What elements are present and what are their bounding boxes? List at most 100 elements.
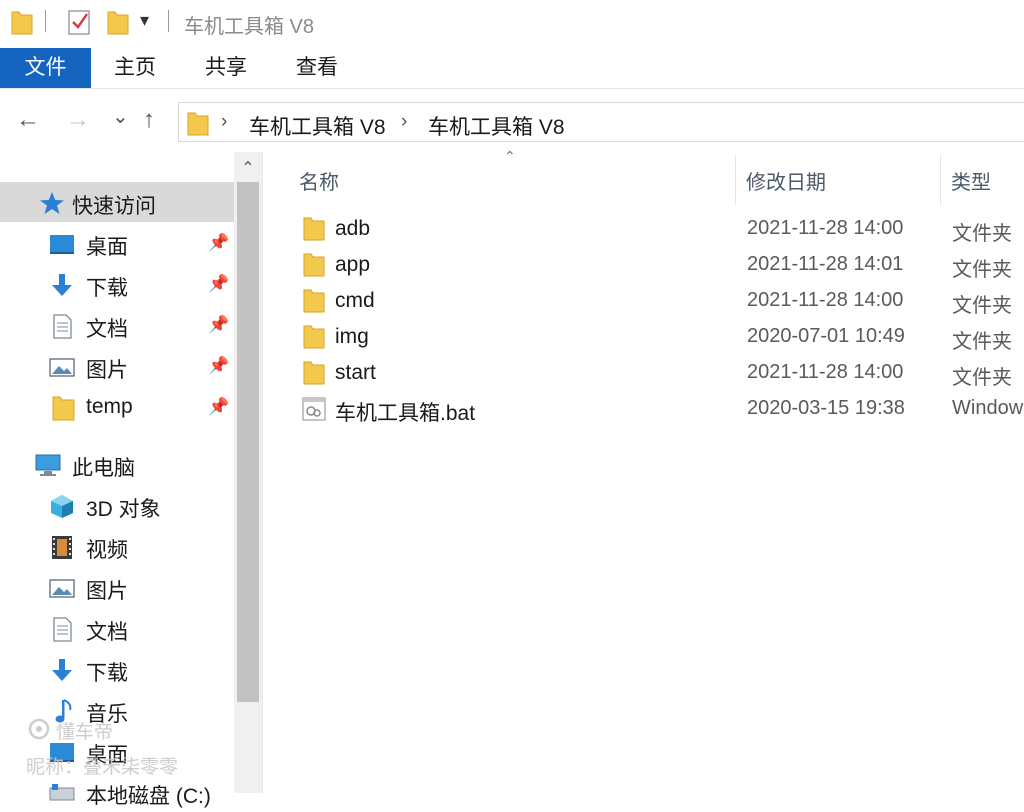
star-icon: [40, 192, 64, 214]
folder-icon: [52, 396, 75, 421]
breadcrumb-separator[interactable]: ›: [401, 111, 407, 133]
computer-icon: [35, 454, 61, 476]
nav-label: 视频: [86, 539, 128, 562]
scrollbar-thumb[interactable]: [237, 182, 259, 702]
nav-scrollbar[interactable]: ⌃: [234, 152, 262, 793]
nav-label: 图片: [86, 359, 128, 382]
tab-home[interactable]: 主页: [99, 48, 171, 88]
folder-icon[interactable]: [10, 8, 34, 36]
back-button[interactable]: ←: [16, 106, 40, 134]
title-bar: ▾ 车机工具箱 V8: [0, 0, 1024, 46]
customize-toolbar-dropdown[interactable]: ▾: [140, 10, 149, 31]
breadcrumb-separator[interactable]: ›: [221, 111, 227, 133]
watermark-brand: 懂车帝: [56, 722, 114, 743]
file-name: 车机工具箱.bat: [335, 402, 476, 425]
nav-label: 本地磁盘 (C:): [86, 785, 211, 808]
recent-locations-button[interactable]: ⌄: [112, 104, 129, 129]
file-type: 文件夹: [952, 295, 1012, 317]
nav-label: 快速访问: [72, 195, 156, 218]
nav-item-downloads[interactable]: 下载: [0, 649, 234, 689]
column-separator[interactable]: [940, 155, 941, 205]
nav-label: 桌面: [86, 236, 128, 259]
nav-item-this-pc[interactable]: 此电脑: [0, 444, 234, 484]
picture-icon: [49, 358, 75, 377]
nav-item-pictures[interactable]: 图片: [0, 567, 234, 607]
file-type: Window: [952, 397, 1024, 419]
picture-icon: [49, 579, 75, 598]
folder-icon: [303, 289, 325, 313]
file-type: 文件夹: [952, 331, 1012, 353]
properties-checkmark-icon[interactable]: [67, 8, 93, 36]
scroll-up-button[interactable]: ⌃: [234, 154, 262, 184]
nav-item-quick-access[interactable]: 快速访问: [0, 182, 234, 222]
file-type: 文件夹: [952, 367, 1012, 389]
breadcrumb-item[interactable]: 车机工具箱 V8: [428, 111, 565, 141]
document-icon: [53, 314, 72, 339]
folder-icon: [187, 112, 209, 136]
column-separator[interactable]: [735, 155, 736, 205]
folder-icon: [303, 217, 325, 241]
file-type: 文件夹: [952, 223, 1012, 245]
file-type: 文件夹: [952, 259, 1012, 281]
tab-share[interactable]: 共享: [190, 48, 262, 88]
address-bar[interactable]: › 车机工具箱 V8 › 车机工具箱 V8: [178, 102, 1024, 142]
column-header-name[interactable]: 名称: [299, 166, 339, 195]
file-date: 2021-11-28 14:00: [747, 361, 904, 383]
document-icon: [53, 617, 72, 642]
download-icon: [52, 274, 72, 296]
nav-item-temp[interactable]: temp 📌: [0, 387, 234, 427]
file-row[interactable]: img 2020-07-01 10:49 文件夹: [290, 319, 1024, 355]
pin-icon[interactable]: 📌: [208, 397, 229, 417]
new-folder-icon[interactable]: [106, 8, 130, 36]
tab-file[interactable]: 文件: [0, 48, 91, 88]
breadcrumb-item[interactable]: 车机工具箱 V8: [249, 111, 386, 141]
nav-label: 此电脑: [72, 457, 135, 480]
pin-icon[interactable]: 📌: [208, 315, 229, 335]
column-header-date[interactable]: 修改日期: [746, 166, 826, 195]
navigation-pane: 快速访问 桌面 📌 下载 📌 文档 📌 图片 📌 temp 📌 此电脑 3D 对…: [0, 152, 262, 808]
nav-label: 文档: [86, 318, 128, 341]
file-date: 2021-11-28 14:01: [747, 253, 904, 275]
up-button[interactable]: ↑: [143, 106, 155, 134]
pin-icon[interactable]: 📌: [208, 274, 229, 294]
nav-label: 下载: [86, 662, 128, 685]
file-date: 2021-11-28 14:00: [747, 289, 904, 311]
pin-icon[interactable]: 📌: [208, 356, 229, 376]
nav-item-desktop[interactable]: 桌面 📌: [0, 223, 234, 263]
file-row[interactable]: app 2021-11-28 14:01 文件夹: [290, 247, 1024, 283]
file-name: img: [335, 325, 369, 348]
nav-item-videos[interactable]: 视频: [0, 526, 234, 566]
3d-objects-icon: [51, 495, 73, 518]
file-date: 2020-03-15 19:38: [747, 397, 905, 419]
nav-item-documents[interactable]: 文档: [0, 608, 234, 648]
nav-item-documents[interactable]: 文档 📌: [0, 305, 234, 345]
file-row[interactable]: start 2021-11-28 14:00 文件夹: [290, 355, 1024, 391]
file-name: start: [335, 361, 376, 384]
file-row[interactable]: adb 2021-11-28 14:00 文件夹: [290, 211, 1024, 247]
nav-item-downloads[interactable]: 下载 📌: [0, 264, 234, 304]
file-name: cmd: [335, 289, 375, 312]
file-row[interactable]: cmd 2021-11-28 14:00 文件夹: [290, 283, 1024, 319]
ribbon-tabs: 文件 主页 共享 查看: [0, 48, 1024, 89]
nav-item-3d-objects[interactable]: 3D 对象: [0, 485, 234, 525]
nav-label: temp: [86, 395, 133, 418]
nav-label: 3D 对象: [86, 498, 161, 521]
pane-divider[interactable]: [262, 152, 263, 793]
sort-ascending-icon: ⌃: [504, 148, 516, 164]
tab-view[interactable]: 查看: [281, 48, 353, 88]
file-date: 2021-11-28 14:00: [747, 217, 904, 239]
nav-label: 图片: [86, 580, 128, 603]
window-title: 车机工具箱 V8: [184, 16, 315, 38]
title-separator: [45, 10, 46, 32]
file-row[interactable]: 车机工具箱.bat 2020-03-15 19:38 Window: [290, 391, 1024, 427]
pin-icon[interactable]: 📌: [208, 233, 229, 253]
drive-icon: [49, 784, 75, 801]
forward-button[interactable]: →: [66, 106, 90, 134]
desktop-icon: [50, 235, 74, 254]
watermark-nickname: 昵称：叠禾柒零零: [26, 757, 179, 778]
nav-label: 下载: [86, 277, 128, 300]
nav-item-pictures[interactable]: 图片 📌: [0, 346, 234, 386]
watermark-logo-icon: [28, 718, 50, 740]
column-header-type[interactable]: 类型: [951, 166, 991, 195]
file-name: adb: [335, 217, 371, 240]
